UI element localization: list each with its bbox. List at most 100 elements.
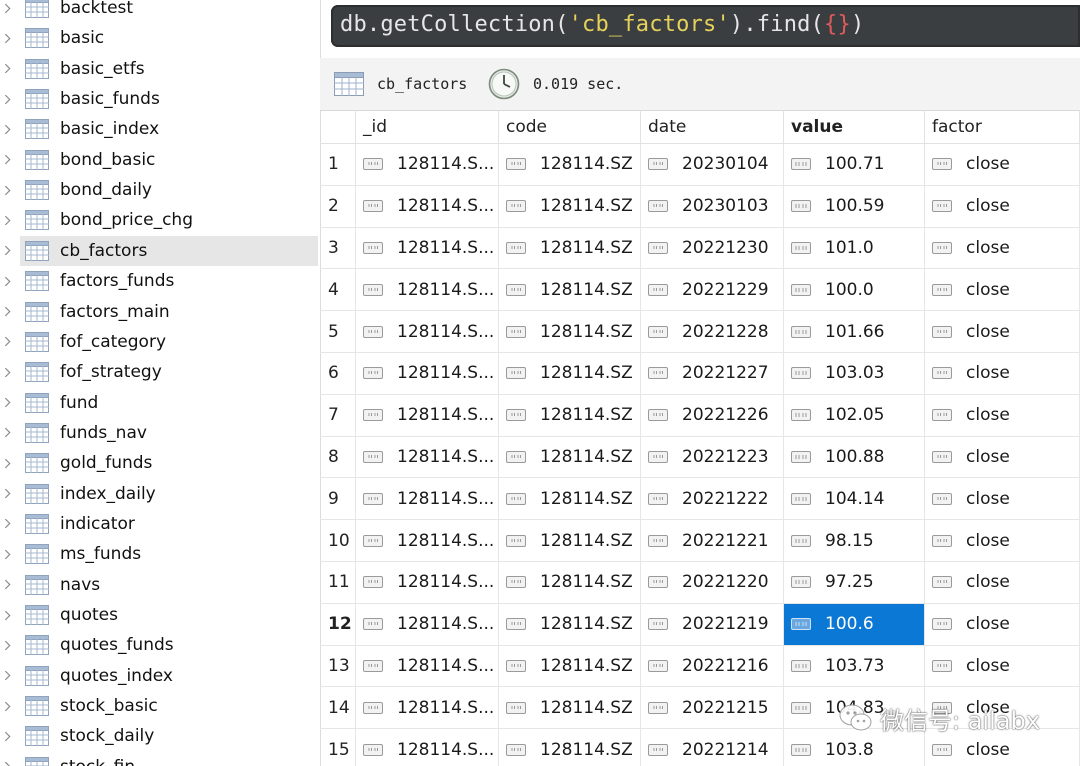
cell-id[interactable]: 128114.S... xyxy=(356,436,499,479)
chevron-right-icon[interactable] xyxy=(0,54,14,84)
chevron-right-icon[interactable] xyxy=(0,752,14,766)
cell-value[interactable]: 100.59 xyxy=(784,185,925,228)
cell-factor[interactable]: close xyxy=(925,353,1080,395)
sidebar-item-basic-funds[interactable]: basic_funds xyxy=(0,84,320,114)
cell-value[interactable]: 97.25 xyxy=(784,562,925,604)
sidebar-item-quotes-funds[interactable]: quotes_funds xyxy=(0,630,320,660)
sidebar-item-bond-basic[interactable]: bond_basic xyxy=(0,145,320,175)
cell-date[interactable]: 20221220 xyxy=(641,562,784,604)
cell-factor[interactable]: close xyxy=(925,269,1080,312)
sidebar-item-bond-daily[interactable]: bond_daily xyxy=(0,175,320,205)
cell-id[interactable]: 128114.S... xyxy=(356,144,499,186)
chevron-right-icon[interactable] xyxy=(0,661,14,691)
query-editor[interactable]: db.getCollection('cb_factors').find({}) xyxy=(331,5,1080,47)
table-row[interactable]: 5 128114.S... 128114.SZ 20221228 101.66 close xyxy=(320,311,1080,353)
sidebar-item-factors-funds[interactable]: factors_funds xyxy=(0,266,320,296)
cell-value[interactable]: 102.05 xyxy=(784,394,925,437)
table-row[interactable]: 6 128114.S... 128114.SZ 20221227 103.03 close xyxy=(320,353,1080,395)
chevron-right-icon[interactable] xyxy=(0,630,14,660)
cell-factor[interactable]: close xyxy=(925,520,1080,562)
sidebar-item-basic[interactable]: basic xyxy=(0,23,320,53)
chevron-right-icon[interactable] xyxy=(0,266,14,296)
cell-factor[interactable]: close xyxy=(925,185,1080,228)
cell-code[interactable]: 128114.SZ xyxy=(499,227,641,270)
chevron-right-icon[interactable] xyxy=(0,236,14,266)
cell-date[interactable]: 20221219 xyxy=(641,603,784,646)
cell-value[interactable]: 103.03 xyxy=(784,353,925,395)
cell-id[interactable]: 128114.S... xyxy=(356,311,499,353)
cell-date[interactable]: 20221221 xyxy=(641,520,784,562)
cell-code[interactable]: 128114.SZ xyxy=(499,603,641,646)
table-row[interactable]: 4 128114.S... 128114.SZ 20221229 100.0 close xyxy=(320,269,1080,312)
cell-id[interactable]: 128114.S... xyxy=(356,687,499,730)
cell-code[interactable]: 128114.SZ xyxy=(499,729,641,766)
table-row[interactable]: 7 128114.S... 128114.SZ 20221226 102.05 close xyxy=(320,394,1080,437)
cell-value[interactable]: 100.71 xyxy=(784,144,925,186)
cell-value[interactable]: 100.88 xyxy=(784,436,925,479)
sidebar-item-quotes-index[interactable]: quotes_index xyxy=(0,661,320,691)
cell-code[interactable]: 128114.SZ xyxy=(499,478,641,521)
cell-factor[interactable]: close xyxy=(925,729,1080,766)
cell-date[interactable]: 20221215 xyxy=(641,687,784,730)
cell-factor[interactable]: close xyxy=(925,645,1080,688)
sidebar-item-backtest[interactable]: backtest xyxy=(0,0,320,23)
table-row[interactable]: 3 128114.S... 128114.SZ 20221230 101.0 close xyxy=(320,227,1080,270)
cell-id[interactable]: 128114.S... xyxy=(356,729,499,766)
chevron-right-icon[interactable] xyxy=(0,448,14,478)
cell-value[interactable]: 101.66 xyxy=(784,311,925,353)
chevron-right-icon[interactable] xyxy=(0,114,14,144)
cell-factor[interactable]: close xyxy=(925,603,1080,646)
column-header-id[interactable]: _id xyxy=(356,110,499,144)
cell-value[interactable]: 103.8 xyxy=(784,729,925,766)
cell-value[interactable]: 101.0 xyxy=(784,227,925,270)
chevron-right-icon[interactable] xyxy=(0,479,14,509)
query-text[interactable]: db.getCollection('cb_factors').find({}) xyxy=(340,5,864,47)
cell-value[interactable]: 104.83 xyxy=(784,687,925,730)
sidebar-item-navs[interactable]: navs xyxy=(0,570,320,600)
table-row[interactable]: 13 128114.S... 128114.SZ 20221216 103.73 clos… xyxy=(320,645,1080,688)
cell-id[interactable]: 128114.S... xyxy=(356,353,499,395)
sidebar-item-fund[interactable]: fund xyxy=(0,388,320,418)
cell-date[interactable]: 20221216 xyxy=(641,645,784,688)
chevron-right-icon[interactable] xyxy=(0,0,14,23)
chevron-right-icon[interactable] xyxy=(0,570,14,600)
cell-date[interactable]: 20221226 xyxy=(641,394,784,437)
cell-factor[interactable]: close xyxy=(925,227,1080,270)
table-row[interactable]: 14 128114.S... 128114.SZ 20221215 104.83 clos… xyxy=(320,687,1080,730)
cell-id[interactable]: 128114.S... xyxy=(356,603,499,646)
table-row[interactable]: 12 128114.S... 128114.SZ 20221219 100.6 close xyxy=(320,603,1080,646)
table-row[interactable]: 15 128114.S... 128114.SZ 20221214 103.8 close xyxy=(320,729,1080,766)
chevron-right-icon[interactable] xyxy=(0,600,14,630)
sidebar-item-funds-nav[interactable]: funds_nav xyxy=(0,418,320,448)
cell-date[interactable]: 20221227 xyxy=(641,353,784,395)
cell-date[interactable]: 20230103 xyxy=(641,185,784,228)
cell-id[interactable]: 128114.S... xyxy=(356,269,499,312)
cell-id[interactable]: 128114.S... xyxy=(356,562,499,604)
cell-factor[interactable]: close xyxy=(925,478,1080,521)
cell-factor[interactable]: close xyxy=(925,311,1080,353)
sidebar-item-bond-price-chg[interactable]: bond_price_chg xyxy=(0,205,320,235)
cell-date[interactable]: 20230104 xyxy=(641,144,784,186)
cell-id[interactable]: 128114.S... xyxy=(356,185,499,228)
sidebar-item-gold-funds[interactable]: gold_funds xyxy=(0,448,320,478)
cell-code[interactable]: 128114.SZ xyxy=(499,269,641,312)
chevron-right-icon[interactable] xyxy=(0,205,14,235)
chevron-right-icon[interactable] xyxy=(0,691,14,721)
sidebar-item-fof-category[interactable]: fof_category xyxy=(0,327,320,357)
sidebar-item-index-daily[interactable]: index_daily xyxy=(0,479,320,509)
sidebar-item-indicator[interactable]: indicator xyxy=(0,509,320,539)
cell-code[interactable]: 128114.SZ xyxy=(499,562,641,604)
cell-date[interactable]: 20221223 xyxy=(641,436,784,479)
chevron-right-icon[interactable] xyxy=(0,297,14,327)
chevron-right-icon[interactable] xyxy=(0,175,14,205)
cell-factor[interactable]: close xyxy=(925,687,1080,730)
sidebar-item-cb-factors[interactable]: cb_factors xyxy=(0,235,320,266)
column-header-date[interactable]: date xyxy=(641,110,784,144)
table-row[interactable]: 9 128114.S... 128114.SZ 20221222 104.14 close xyxy=(320,478,1080,521)
cell-factor[interactable]: close xyxy=(925,144,1080,186)
cell-code[interactable]: 128114.SZ xyxy=(499,311,641,353)
chevron-right-icon[interactable] xyxy=(0,509,14,539)
sidebar-item-ms-funds[interactable]: ms_funds xyxy=(0,539,320,569)
chevron-right-icon[interactable] xyxy=(0,145,14,175)
cell-factor[interactable]: close xyxy=(925,394,1080,437)
